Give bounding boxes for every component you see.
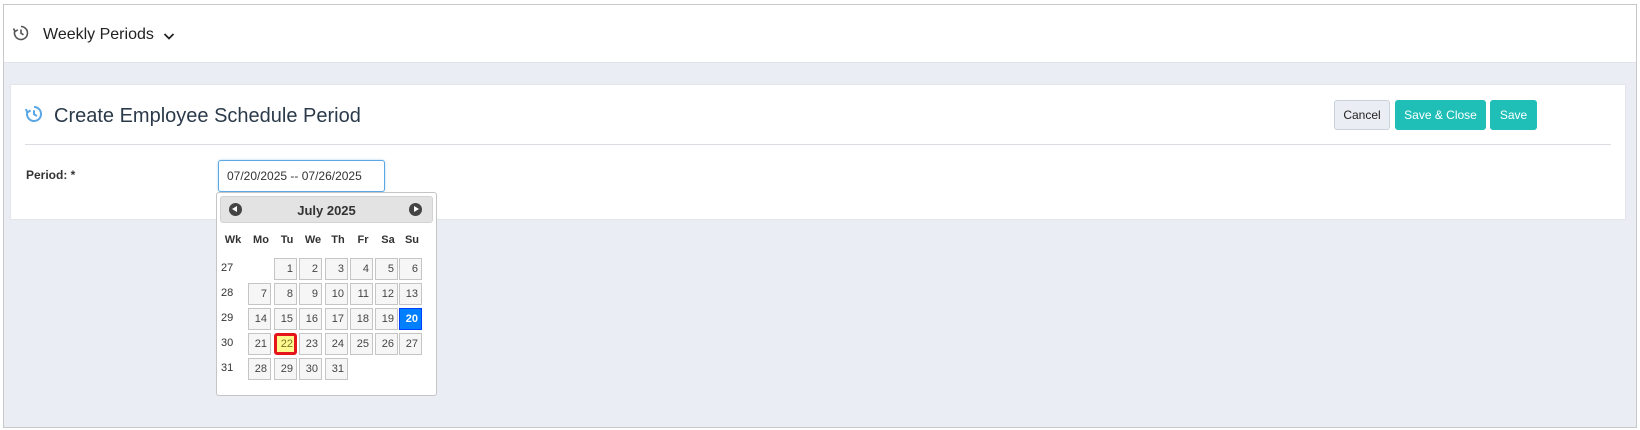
calendar-day[interactable]: 3 <box>325 258 348 280</box>
period-type-title[interactable]: Weekly Periods <box>43 26 154 44</box>
save-button[interactable]: Save <box>1490 100 1537 130</box>
top-bar: Weekly Periods <box>4 5 1636 63</box>
calendar-day[interactable]: 26 <box>375 333 398 355</box>
calendar-day[interactable]: 23 <box>299 333 322 355</box>
divider <box>25 144 1611 145</box>
calendar-day[interactable]: 7 <box>248 283 271 305</box>
calendar-day[interactable]: 25 <box>350 333 373 355</box>
next-month-icon[interactable] <box>409 203 422 216</box>
calendar-day[interactable]: 2 <box>299 258 322 280</box>
calendar-day[interactable]: 24 <box>325 333 348 355</box>
app-frame: Weekly Periods Create Employee Schedule … <box>3 4 1637 428</box>
history-icon <box>24 105 43 122</box>
week-number: 29 <box>221 312 234 324</box>
week-number: 27 <box>221 262 234 274</box>
calendar-day[interactable]: 14 <box>248 308 271 330</box>
calendar-day[interactable]: 9 <box>299 283 322 305</box>
calendar-day[interactable]: 31 <box>325 358 348 380</box>
weekday-header: We <box>304 234 322 246</box>
calendar-day[interactable]: 10 <box>325 283 348 305</box>
calendar-day[interactable]: 1 <box>274 258 297 280</box>
calendar-day[interactable]: 16 <box>299 308 322 330</box>
save-and-close-button[interactable]: Save & Close <box>1395 100 1486 130</box>
calendar-day[interactable]: 6 <box>399 258 422 280</box>
calendar-day[interactable]: 29 <box>274 358 297 380</box>
calendar-day[interactable]: 13 <box>399 283 422 305</box>
week-number: 31 <box>221 362 234 374</box>
weekday-header: Wk <box>224 234 242 246</box>
weekday-header: Su <box>404 234 420 246</box>
page-title: Create Employee Schedule Period <box>54 105 361 127</box>
calendar-day[interactable]: 5 <box>375 258 398 280</box>
calendar-day-highlighted[interactable]: 22 <box>274 333 297 355</box>
calendar-day[interactable]: 8 <box>274 283 297 305</box>
weekday-header: Sa <box>381 234 395 246</box>
calendar-day[interactable]: 15 <box>274 308 297 330</box>
week-number: 28 <box>221 287 234 299</box>
history-icon[interactable] <box>12 24 30 42</box>
week-number: 30 <box>221 337 234 349</box>
weekday-header: Fr <box>357 234 369 246</box>
weekday-header: Tu <box>280 234 294 246</box>
period-input[interactable] <box>218 160 385 192</box>
date-picker-header: July 2025 <box>220 196 433 223</box>
calendar-day[interactable]: 30 <box>299 358 322 380</box>
calendar-day[interactable]: 12 <box>375 283 398 305</box>
calendar-day[interactable]: 21 <box>248 333 271 355</box>
chevron-down-icon[interactable] <box>162 29 176 43</box>
weekday-header: Th <box>331 234 345 246</box>
calendar-day[interactable]: 28 <box>248 358 271 380</box>
date-picker: July 2025 Wk Mo Tu We Th Fr Sa Su 27 1 2 3 4 5 6 28 7 8 9 1… <box>216 192 437 396</box>
period-label: Period: * <box>26 168 76 182</box>
calendar-day[interactable]: 4 <box>350 258 373 280</box>
cancel-button[interactable]: Cancel <box>1334 100 1390 130</box>
calendar-day[interactable]: 11 <box>350 283 373 305</box>
calendar-day[interactable]: 17 <box>325 308 348 330</box>
date-picker-month: July 2025 <box>297 203 356 218</box>
calendar-day[interactable]: 19 <box>375 308 398 330</box>
calendar-day[interactable]: 18 <box>350 308 373 330</box>
calendar-day[interactable]: 27 <box>399 333 422 355</box>
weekday-header: Mo <box>253 234 269 246</box>
calendar-day-selected[interactable]: 20 <box>399 308 422 330</box>
